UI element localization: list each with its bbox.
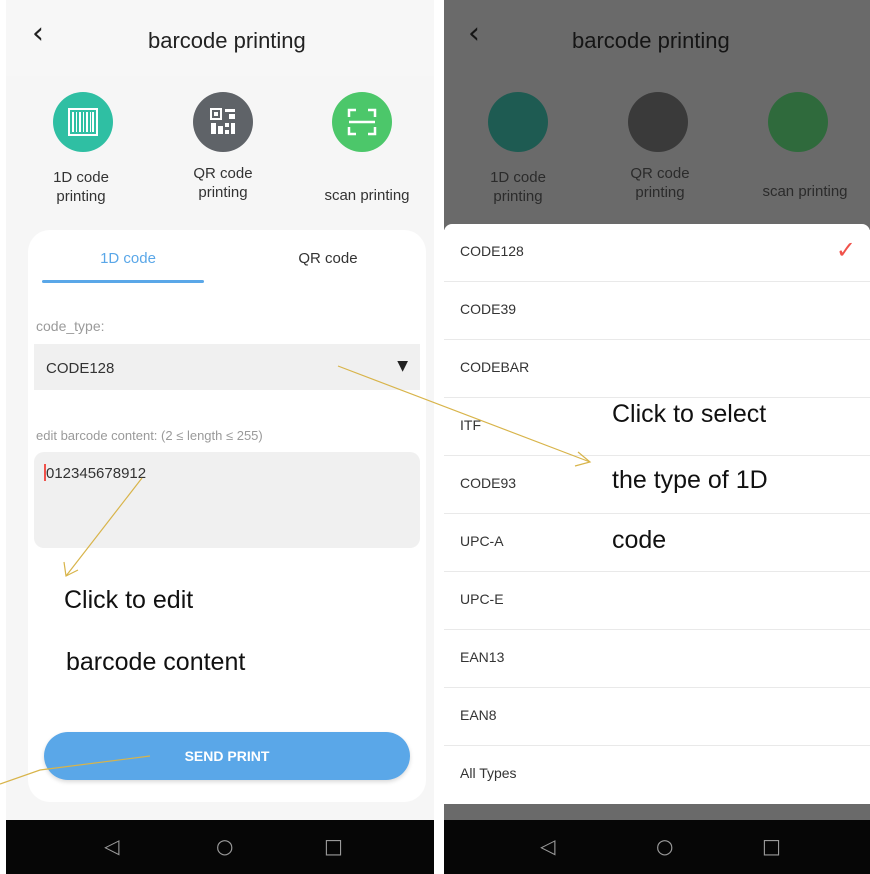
edit-arrow-line [65,477,143,577]
send-arrow-line [0,755,151,785]
annotation-arrows [0,365,592,785]
select-arrow-line [337,365,591,463]
